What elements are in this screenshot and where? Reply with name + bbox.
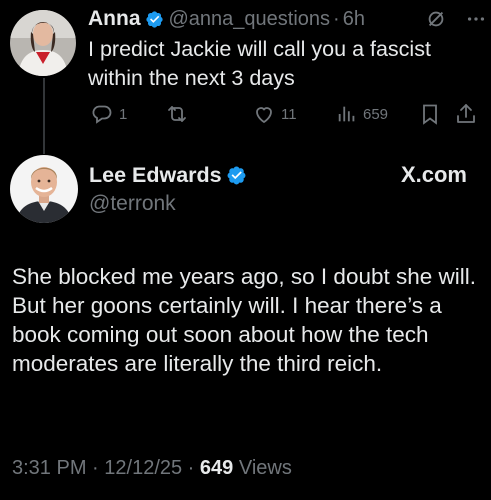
reply-button[interactable]: 1 bbox=[90, 100, 127, 128]
share-button[interactable] bbox=[454, 100, 478, 128]
separator-dot: · bbox=[182, 457, 200, 479]
views-count: 659 bbox=[363, 105, 389, 123]
author-name[interactable]: Lee Edwards bbox=[89, 163, 222, 188]
more-icon[interactable] bbox=[465, 8, 487, 30]
avatar-anna[interactable] bbox=[10, 10, 76, 76]
bookmark-icon bbox=[423, 104, 437, 125]
author-handle[interactable]: @anna_questions bbox=[169, 8, 331, 31]
tweet-time[interactable]: 6h bbox=[343, 8, 365, 31]
separator-dot: · bbox=[333, 7, 340, 30]
like-icon bbox=[256, 107, 272, 124]
parent-tweet-header: Anna @anna_questions · 6h bbox=[88, 6, 481, 32]
views-button[interactable]: 659 bbox=[336, 100, 388, 128]
reply-icon bbox=[92, 105, 112, 124]
profile-website-link[interactable]: X.com bbox=[401, 162, 467, 188]
share-icon bbox=[457, 104, 475, 123]
parent-tweet-actions: 1 11 659 bbox=[86, 100, 486, 128]
views-label: Views bbox=[238, 457, 292, 479]
retweet-button[interactable] bbox=[164, 100, 195, 128]
separator-dot: · bbox=[86, 457, 105, 479]
tweet-meta: 3:31 PM · 12/12/25 · 649 Views bbox=[12, 457, 292, 480]
author-handle[interactable]: @terronk bbox=[89, 192, 176, 216]
avatar-lee-edwards[interactable] bbox=[10, 155, 78, 223]
main-tweet-name-row: Lee Edwards bbox=[89, 163, 247, 188]
verified-badge-icon[interactable] bbox=[145, 10, 164, 29]
reply-count: 1 bbox=[119, 105, 128, 123]
grok-icon[interactable] bbox=[425, 8, 447, 30]
retweet-icon bbox=[168, 106, 186, 122]
views-count: 649 bbox=[199, 457, 234, 479]
tweet-time[interactable]: 3:31 PM bbox=[12, 457, 86, 479]
tweet-date[interactable]: 12/12/25 bbox=[104, 457, 182, 479]
bookmark-button[interactable] bbox=[418, 100, 442, 128]
main-tweet-text: She blocked me years ago, so I doubt she… bbox=[12, 264, 477, 376]
parent-tweet-text: I predict Jackie will call you a fascist… bbox=[88, 37, 431, 90]
thread-connector-line bbox=[43, 78, 45, 154]
verified-badge-icon[interactable] bbox=[226, 165, 247, 186]
views-icon bbox=[338, 106, 355, 122]
author-name[interactable]: Anna bbox=[88, 7, 141, 31]
like-button[interactable]: 11 bbox=[252, 100, 297, 128]
like-count: 11 bbox=[281, 105, 297, 123]
